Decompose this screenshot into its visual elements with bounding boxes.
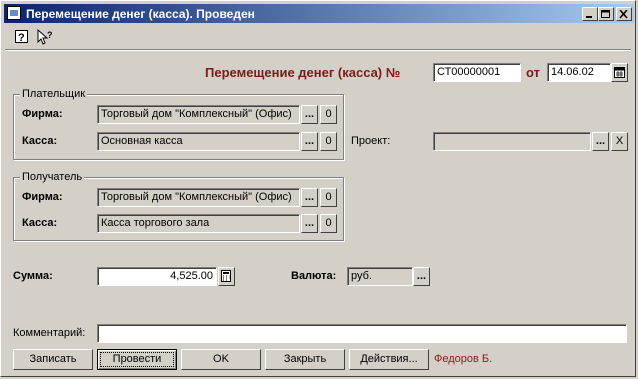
- payer-firm-select-button[interactable]: ...: [301, 105, 318, 124]
- minimize-icon: [586, 16, 592, 18]
- payer-firm-label: Фирма:: [22, 108, 63, 120]
- toolbar-divider: [5, 49, 631, 51]
- svg-text:?: ?: [47, 30, 53, 40]
- help-button[interactable]: ?: [13, 28, 31, 46]
- document-title: Перемещение денег (касса) №: [205, 65, 401, 80]
- window-title: Перемещение денег (касса). Проведен: [26, 7, 255, 21]
- calendar-icon: [614, 67, 625, 78]
- calendar-button[interactable]: [611, 63, 628, 82]
- payer-cash-select-button[interactable]: ...: [301, 132, 318, 151]
- author-name: Федоров Б.: [434, 353, 493, 365]
- title-bar[interactable]: Перемещение денег (касса). Проведен: [4, 4, 634, 23]
- comment-field[interactable]: [97, 324, 627, 343]
- minimize-button[interactable]: [582, 7, 598, 21]
- maximize-button[interactable]: [598, 7, 614, 21]
- comment-label: Комментарий:: [13, 327, 86, 339]
- date-label: от: [526, 65, 540, 80]
- amount-field[interactable]: 4,525.00: [97, 267, 217, 286]
- receiver-firm-select-button[interactable]: ...: [301, 188, 318, 207]
- receiver-cash-label: Касса:: [22, 217, 58, 229]
- receiver-firm-field[interactable]: Торговый дом "Комплексный" (Офис): [97, 188, 300, 207]
- receiver-cash-select-button[interactable]: ...: [301, 214, 318, 233]
- close-icon: [619, 10, 628, 19]
- whats-this-icon: ?: [37, 28, 53, 45]
- maximize-icon: [601, 10, 610, 18]
- close-form-button[interactable]: Закрыть: [265, 349, 345, 370]
- help-icon: ?: [15, 30, 28, 44]
- project-field[interactable]: [433, 132, 591, 151]
- payer-cash-label: Касса:: [22, 135, 58, 147]
- project-clear-button[interactable]: X: [611, 132, 628, 151]
- amount-label: Сумма:: [13, 270, 53, 282]
- receiver-cash-field[interactable]: Касса торгового зала: [97, 214, 300, 233]
- post-button[interactable]: Провести: [97, 349, 177, 370]
- receiver-group-label: Получатель: [20, 171, 85, 183]
- payer-firm-field[interactable]: Торговый дом "Комплексный" (Офис): [97, 105, 300, 124]
- ok-button[interactable]: OK: [181, 349, 261, 370]
- currency-select-button[interactable]: ...: [413, 267, 430, 286]
- document-number-field[interactable]: СТ00000001: [433, 63, 521, 82]
- document-icon: [7, 6, 21, 20]
- receiver-firm-label: Фирма:: [22, 191, 63, 203]
- whats-this-button[interactable]: ?: [36, 28, 54, 46]
- date-field[interactable]: 14.06.02: [547, 63, 611, 82]
- payer-cash-field[interactable]: Основная касса: [97, 132, 300, 151]
- actions-button[interactable]: Действия...: [349, 349, 429, 370]
- receiver-cash-clear-button[interactable]: 0: [320, 214, 337, 233]
- calculator-icon: [221, 270, 231, 282]
- project-label: Проект:: [351, 135, 391, 147]
- currency-field[interactable]: руб.: [347, 267, 413, 286]
- project-select-button[interactable]: ...: [592, 132, 609, 151]
- payer-group-label: Плательщик: [20, 88, 88, 100]
- document-window: Перемещение денег (касса). Проведен ? ? …: [0, 0, 636, 377]
- close-button[interactable]: [616, 7, 632, 21]
- save-button[interactable]: Записать: [13, 349, 93, 370]
- svg-text:?: ?: [18, 32, 25, 44]
- receiver-firm-clear-button[interactable]: 0: [320, 188, 337, 207]
- payer-firm-clear-button[interactable]: 0: [320, 105, 337, 124]
- currency-label: Валюта:: [291, 270, 337, 282]
- calculator-button[interactable]: [218, 267, 235, 286]
- payer-cash-clear-button[interactable]: 0: [320, 132, 337, 151]
